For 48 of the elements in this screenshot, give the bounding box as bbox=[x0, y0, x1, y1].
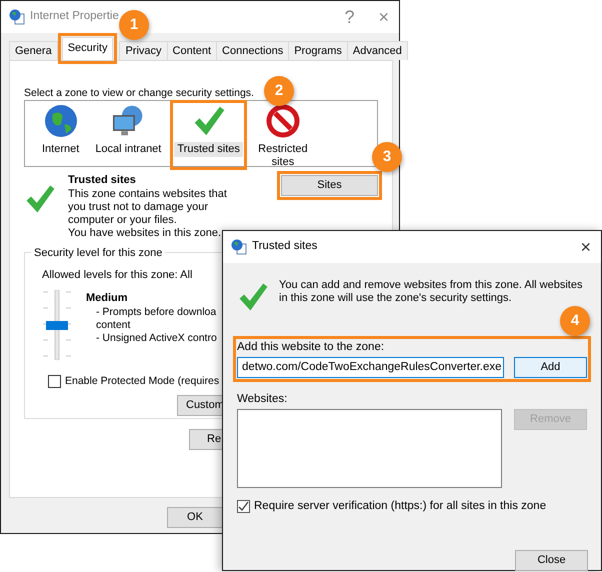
zone-item[interactable]: Internet bbox=[39, 142, 82, 157]
tab[interactable]: Privacy bbox=[119, 41, 168, 60]
checkbox-label: Require server verification (https:) for all sites in this zone bbox=[254, 499, 546, 514]
help-button[interactable]: ? bbox=[344, 8, 354, 26]
zone-prompt: Select a zone to view or change security settings. bbox=[24, 86, 254, 100]
level-note: - Prompts before downloa bbox=[96, 306, 216, 318]
computer-icon bbox=[111, 104, 146, 138]
checkbox[interactable] bbox=[48, 374, 61, 388]
tab[interactable]: Security bbox=[62, 37, 114, 60]
allowed-levels-label: Allowed levels for this zone: All bbox=[42, 268, 192, 283]
zone-description: You have websites in this zone. bbox=[68, 227, 222, 240]
close-button[interactable]: × bbox=[580, 238, 591, 256]
security-level-slider[interactable] bbox=[42, 290, 72, 360]
globe-icon bbox=[44, 104, 78, 138]
zone-list[interactable]: Internet Local intranet Trusted sites Restricted sites bbox=[24, 100, 378, 167]
level-name: Medium bbox=[86, 290, 129, 306]
level-note: content bbox=[96, 318, 130, 332]
globe-document-icon bbox=[9, 9, 25, 25]
field-label: Websites: bbox=[237, 392, 288, 406]
url-field[interactable]: detwo.com/CodeTwoExchangeRulesConverter.exe bbox=[237, 357, 504, 378]
tab[interactable]: Advanced bbox=[346, 41, 408, 60]
level-note: - Unsigned ActiveX contro bbox=[96, 332, 217, 344]
window-title: Internet Propertie bbox=[30, 9, 119, 24]
websites-list[interactable] bbox=[237, 409, 502, 488]
zone-item[interactable]: Restricted sites bbox=[252, 142, 313, 170]
close-button[interactable]: × bbox=[378, 8, 389, 26]
ok-button[interactable]: OK bbox=[167, 507, 223, 528]
reset-button[interactable]: Re bbox=[189, 429, 225, 450]
zone-description: This zone contains websites that you trust not to damage your computer or your files. bbox=[68, 188, 228, 227]
add-button[interactable]: Add bbox=[514, 357, 587, 378]
section-legend: Security level for this zone bbox=[31, 245, 166, 262]
no-entry-icon bbox=[266, 104, 300, 138]
field-label: Add this website to the zone: bbox=[237, 340, 384, 354]
checkbox-label: Enable Protected Mode (requires bbox=[65, 374, 220, 388]
checkbox[interactable] bbox=[237, 500, 250, 514]
zone-item[interactable]: Local intranet bbox=[92, 142, 164, 157]
zone-heading: Trusted sites bbox=[68, 173, 137, 188]
checkmark-icon bbox=[24, 183, 56, 215]
globe-document-icon bbox=[231, 239, 247, 255]
highlight-frame bbox=[58, 33, 118, 64]
checkmark-icon bbox=[237, 281, 269, 313]
tab[interactable]: Genera bbox=[9, 41, 58, 60]
close-dialog-button[interactable]: Close bbox=[515, 550, 588, 572]
window-title: Trusted sites bbox=[252, 239, 318, 254]
sites-button[interactable]: Sites bbox=[281, 175, 378, 196]
slider-thumb[interactable] bbox=[46, 320, 68, 330]
zone-item[interactable]: Trusted sites bbox=[174, 142, 243, 157]
info-text: You can add and remove websites from this zone. All websites in this zone will use the zone's security settings. bbox=[279, 279, 584, 306]
